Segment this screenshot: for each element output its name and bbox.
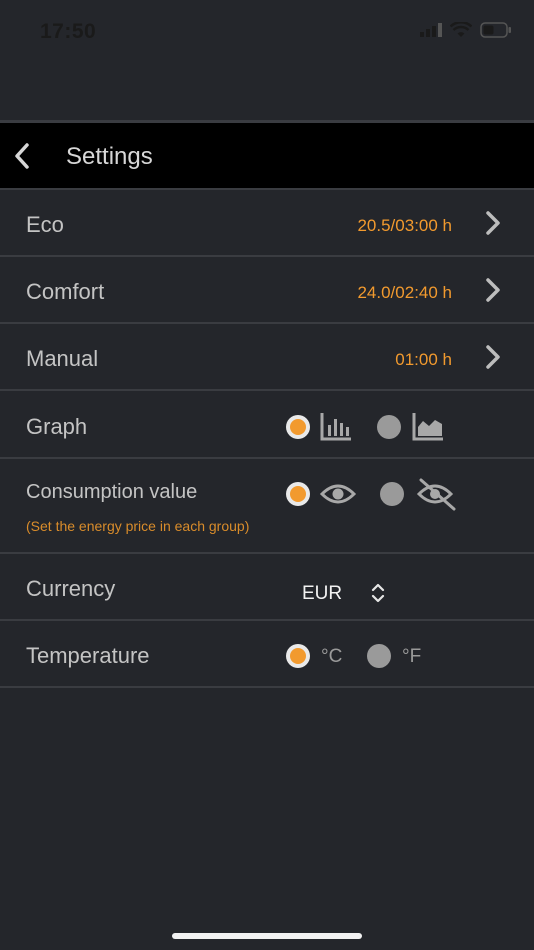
- settings-row-manual[interactable]: Manual 01:00 h: [0, 324, 534, 391]
- home-indicator: [172, 933, 362, 939]
- currency-label: Currency: [26, 576, 116, 601]
- chevron-right-icon[interactable]: [482, 208, 504, 238]
- celsius-label: °C: [321, 646, 343, 667]
- status-icons: [420, 22, 512, 38]
- manual-value: 01:00 h: [395, 350, 452, 369]
- navigation-bar: Settings: [0, 120, 534, 190]
- wifi-icon: [450, 22, 472, 37]
- header-spacer: [0, 64, 534, 120]
- manual-label: Manual: [26, 346, 99, 371]
- area-chart-icon: [412, 413, 443, 441]
- settings-row-comfort[interactable]: Comfort 24.0/02:40 h: [0, 257, 534, 324]
- chevron-right-icon[interactable]: [482, 275, 504, 305]
- eye-icon: [320, 484, 356, 504]
- graph-label: Graph: [26, 414, 88, 439]
- page-title: Settings: [66, 143, 153, 170]
- currency-value[interactable]: EUR: [302, 583, 342, 605]
- graph-bar-radio[interactable]: [286, 415, 310, 439]
- up-down-chevron-icon[interactable]: [370, 582, 386, 604]
- status-time: 17:50: [40, 20, 97, 43]
- settings-row-eco[interactable]: Eco 20.5/03:00 h: [0, 190, 534, 257]
- bar-chart-icon: [320, 413, 351, 441]
- consumption-label: Consumption value: [26, 481, 198, 503]
- temperature-label: Temperature: [26, 643, 150, 668]
- chevron-right-icon[interactable]: [482, 342, 504, 372]
- graph-area-radio[interactable]: [377, 415, 401, 439]
- back-button[interactable]: [8, 137, 38, 175]
- cellular-signal-icon: [420, 23, 442, 37]
- consumption-hide-radio[interactable]: [380, 482, 404, 506]
- eco-value: 20.5/03:00 h: [357, 216, 452, 235]
- comfort-value: 24.0/02:40 h: [357, 283, 452, 302]
- fahrenheit-label: °F: [402, 646, 422, 667]
- settings-row-temperature: Temperature °C °F: [0, 621, 534, 688]
- settings-row-currency: Currency EUR: [0, 554, 534, 621]
- settings-row-consumption: Consumption value (Set the energy price …: [0, 459, 534, 554]
- fahrenheit-radio[interactable]: [367, 644, 391, 668]
- consumption-show-radio[interactable]: [286, 482, 310, 506]
- status-bar: 17:50: [0, 0, 534, 64]
- battery-icon: [480, 22, 511, 38]
- celsius-radio[interactable]: [286, 644, 310, 668]
- eco-label: Eco: [26, 212, 64, 237]
- eye-slash-icon: [416, 478, 456, 511]
- consumption-note: (Set the energy price in each group): [26, 518, 250, 534]
- settings-row-graph: Graph: [0, 391, 534, 459]
- comfort-label: Comfort: [26, 279, 105, 304]
